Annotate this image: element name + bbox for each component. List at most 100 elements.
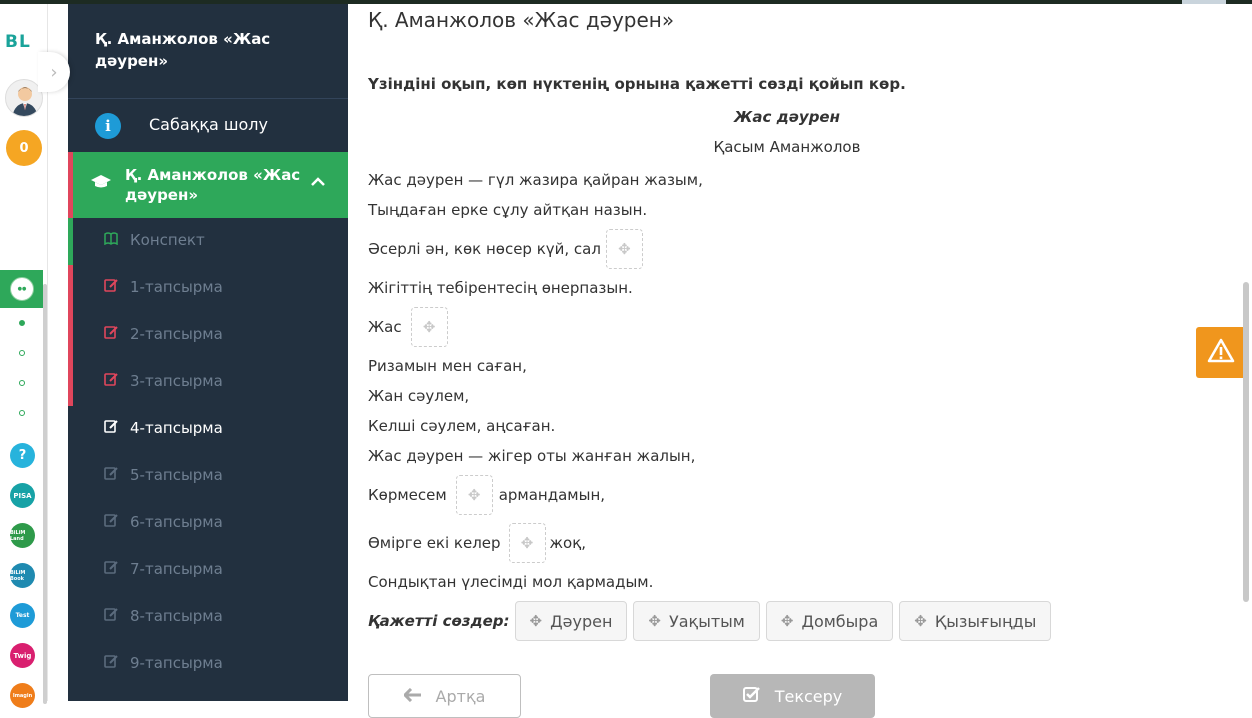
sidebar-item-label: 3-тапсырма	[130, 372, 223, 390]
task-content: Қ. Аманжолов «Жас дәурен» Үзіндіні оқып,…	[348, 4, 1226, 718]
sidebar-item-task-7[interactable]: 7-тапсырма	[68, 547, 348, 594]
poem-line-text: Жан сәулем,	[368, 387, 470, 405]
word-chip[interactable]: ✥ Уақытым	[633, 601, 760, 641]
chevron-up-icon[interactable]	[311, 172, 325, 191]
poem-line: Жан сәулем,	[368, 386, 469, 406]
check-square-icon	[742, 686, 761, 706]
chevron-right-icon: ›	[50, 61, 58, 83]
sidebar-item-label: 1-тапсырма	[130, 278, 223, 296]
report-warning-button[interactable]	[1196, 327, 1246, 378]
sidebar-item-label: 5-тапсырма	[130, 466, 223, 484]
bilimland-app-icon[interactable]: BiLiM Land	[10, 523, 35, 548]
rail-scrollbar[interactable]	[43, 284, 47, 704]
drop-slot[interactable]: ✥	[605, 229, 643, 269]
move-icon: ✥	[618, 240, 631, 258]
poem-line: Әсерлі ән, көк нөсер күй, сал ✥	[368, 229, 648, 269]
test-app-icon[interactable]: Test	[10, 603, 35, 628]
sidebar-item-lesson[interactable]: Қ. Аманжолов «Жас дәурен»	[68, 152, 348, 218]
move-icon: ✥	[648, 612, 661, 630]
twig-app-icon[interactable]: Twig	[10, 643, 35, 668]
move-icon: ✥	[780, 612, 794, 630]
edit-icon	[104, 607, 119, 625]
sidebar-item-task-5[interactable]: 5-тапсырма	[68, 453, 348, 500]
poem-line: Жас дәурен — жігер оты жанған жалын,	[368, 446, 695, 466]
imagin-app-icon[interactable]: Imagin	[10, 683, 35, 708]
book-icon	[104, 231, 118, 249]
poem-line-text: Жас дәурен — гүл жазира қайран жазым,	[368, 171, 703, 189]
bilimbook-app-icon[interactable]: BiLiM Book	[10, 563, 35, 588]
poem-line: Жас дәурен — гүл жазира қайран жазым,	[368, 170, 703, 190]
word-chip[interactable]: ✥ Дәурен	[514, 601, 628, 641]
rail-step-dot[interactable]	[19, 320, 25, 326]
sidebar-item-task-9[interactable]: 9-тапсырма	[68, 641, 348, 688]
drop-slot[interactable]: ✥	[455, 475, 493, 515]
rail-step-dot[interactable]	[19, 380, 25, 386]
word-chip-text: Уақытым	[668, 611, 745, 631]
sidebar-item-label: Қ. Аманжолов «Жас дәурен»	[125, 166, 301, 204]
poem-line: Көрмесем ✥ армандамын,	[368, 475, 605, 515]
drop-slot[interactable]: ✥	[410, 307, 448, 347]
poem-line: Тыңдаған ерке сұлу айтқан назын.	[368, 200, 647, 220]
edit-icon	[104, 466, 119, 484]
bilimland-logo[interactable]: BL	[5, 32, 31, 52]
back-button-label: Артқа	[435, 686, 486, 706]
sidebar-item-overview[interactable]: i Сабаққа шолу	[68, 100, 348, 154]
sidebar-item-konspekt[interactable]: Конспект	[68, 218, 348, 265]
word-chip-text: Дәурен	[550, 611, 613, 631]
rail-step-dot[interactable]	[19, 350, 25, 356]
word-chip-text: Домбыра	[801, 611, 879, 631]
rail-active-lesson[interactable]: ●●	[0, 270, 43, 308]
page-scrollbar[interactable]	[1243, 282, 1249, 602]
edit-icon	[104, 278, 119, 296]
word-bank-label: Қажетті сөздер:	[368, 612, 510, 630]
sidebar-item-label: 4-тапсырма	[130, 419, 223, 437]
back-button[interactable]: Артқа	[368, 674, 521, 718]
poem-line-text: жоқ,	[549, 534, 587, 552]
poem-line-text: Әсерлі ән, көк нөсер күй, сал	[368, 240, 601, 258]
move-icon: ✥	[529, 612, 543, 630]
check-button[interactable]: Тексеру	[710, 674, 875, 718]
task-instruction: Үзіндіні оқып, көп нүктенің орнына қажет…	[368, 75, 906, 93]
sidebar-item-task-4[interactable]: 4-тапсырма	[68, 406, 348, 453]
sidebar-item-task-3[interactable]: 3-тапсырма	[68, 359, 348, 406]
sidebar-item-label: 6-тапсырма	[130, 513, 223, 531]
info-icon: i	[95, 113, 121, 139]
poem-title: Жас дәурен	[734, 108, 840, 126]
edit-icon	[104, 513, 119, 531]
poem-line-text: Жігіттің тебірентесің өнерпазын.	[368, 279, 633, 297]
graduation-cap-icon	[91, 174, 111, 194]
poem-author: Қасым Аманжолов	[713, 138, 861, 156]
move-icon: ✥	[422, 318, 436, 336]
sidebar-item-label: Сабаққа шолу	[149, 115, 268, 134]
drop-slot[interactable]: ✥	[508, 523, 546, 563]
page-title: Қ. Аманжолов «Жас дәурен»	[368, 8, 675, 32]
poem-line-text: Ризамын мен саған,	[368, 357, 527, 375]
sidebar-item-label: 9-тапсырма	[130, 654, 223, 672]
edit-icon	[104, 560, 119, 578]
poem-line-text: Өмірге екі келер	[368, 534, 501, 552]
word-chip-text: Қызығыңды	[934, 611, 1037, 631]
poem-line: Жас ✥	[368, 307, 453, 347]
sidebar-item-task-6[interactable]: 6-тапсырма	[68, 500, 348, 547]
sidebar-item-task-2[interactable]: 2-тапсырма	[68, 312, 348, 359]
expand-rail-button[interactable]: ›	[38, 52, 70, 92]
rail-step-dot[interactable]	[19, 410, 25, 416]
word-chip[interactable]: ✥ Домбыра	[765, 601, 894, 641]
coin-counter: 0	[6, 130, 42, 166]
edit-icon	[104, 372, 119, 390]
sidebar-item-label: 2-тапсырма	[130, 325, 223, 343]
sidebar-item-task-1[interactable]: 1-тапсырма	[68, 265, 348, 312]
move-icon: ✥	[520, 534, 534, 552]
edit-icon	[104, 325, 119, 343]
pisa-app-icon[interactable]: PISA	[10, 483, 35, 508]
poem-line-text: армандамын,	[498, 486, 606, 504]
word-chip[interactable]: ✥ Қызығыңды	[899, 601, 1052, 641]
word-bank: Қажетті сөздер: ✥ Дәурен ✥ Уақытым ✥ Дом…	[368, 601, 1057, 641]
move-icon: ✥	[467, 486, 481, 504]
sidebar-item-label: 7-тапсырма	[130, 560, 223, 578]
sidebar-item-task-8[interactable]: 8-тапсырма	[68, 594, 348, 641]
poem-line: Өмірге екі келер ✥ жоқ,	[368, 523, 586, 563]
help-icon[interactable]: ?	[10, 443, 35, 468]
move-icon: ✥	[914, 612, 927, 630]
poem-line-text: Жас дәурен — жігер оты жанған жалын,	[368, 447, 696, 465]
